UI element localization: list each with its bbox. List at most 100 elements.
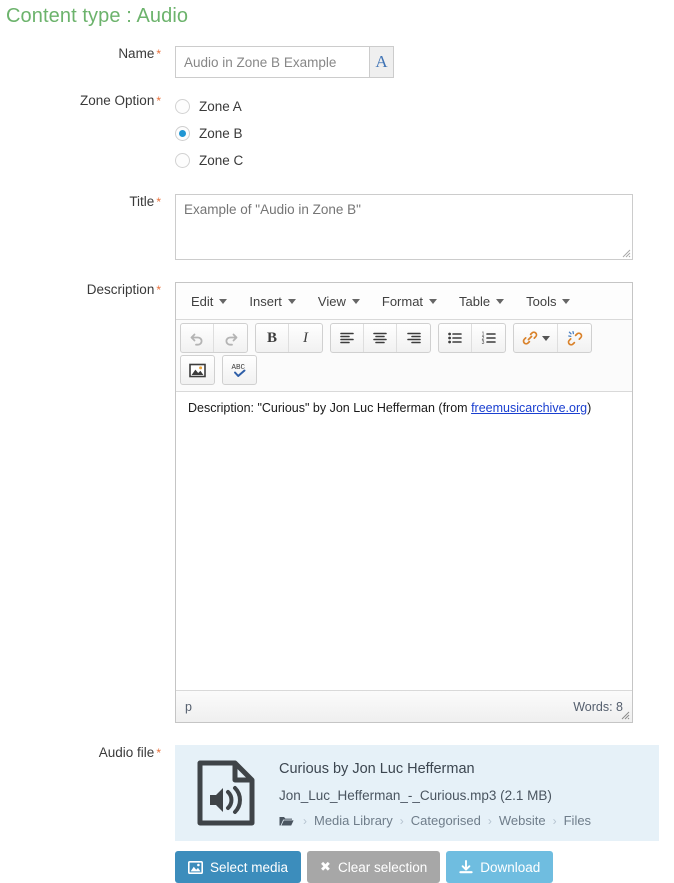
image-icon[interactable] xyxy=(181,356,214,384)
required-marker: * xyxy=(156,746,161,760)
editor-link[interactable]: freemusicarchive.org xyxy=(471,401,587,415)
media-breadcrumb: › Media Library › Categorised › Website … xyxy=(279,813,591,828)
zone-option-radio-group: Zone A Zone B Zone C xyxy=(175,93,674,174)
form-row-audio-file: Audio file * Curious by Jon Luc Hefferman… xyxy=(0,745,674,883)
radio-option-zone-c[interactable]: Zone C xyxy=(175,147,674,174)
clear-selection-button[interactable]: ✖ Clear selection xyxy=(307,851,441,883)
editor-status-bar: p Words: 8 xyxy=(176,690,632,722)
italic-glyph: I xyxy=(303,329,308,346)
image-icon xyxy=(188,860,203,874)
zone-option-label-text: Zone Option xyxy=(80,93,155,108)
italic-icon[interactable]: I xyxy=(289,324,322,352)
unlink-icon[interactable] xyxy=(558,324,591,352)
media-filename: Jon_Luc_Hefferman_-_Curious.mp3 (2.1 MB) xyxy=(279,788,552,803)
breadcrumb-item-media-library[interactable]: Media Library xyxy=(314,813,393,828)
align-right-icon[interactable] xyxy=(397,324,430,352)
media-metadata: Curious by Jon Luc Hefferman Jon_Luc_Hef… xyxy=(279,759,591,828)
title-textarea-wrap xyxy=(175,194,633,260)
chevron-down-icon xyxy=(219,298,228,304)
bold-icon[interactable]: B xyxy=(256,324,289,352)
menu-tools[interactable]: Tools xyxy=(517,290,579,313)
radio-icon[interactable] xyxy=(175,153,190,168)
svg-text:3: 3 xyxy=(481,340,484,345)
breadcrumb-item-files[interactable]: Files xyxy=(564,813,591,828)
description-label-text: Description xyxy=(86,282,155,297)
menu-format-label: Format xyxy=(381,293,424,309)
select-media-label: Select media xyxy=(210,859,289,875)
title-label-text: Title xyxy=(129,194,155,209)
editor-toolbar-row-2: ABC xyxy=(180,355,628,385)
chevron-down-icon xyxy=(496,298,505,304)
redo-icon[interactable] xyxy=(214,324,247,352)
chevron-down-icon xyxy=(429,298,438,304)
download-button[interactable]: Download xyxy=(446,851,554,883)
numbered-list-icon[interactable]: 123 xyxy=(472,324,505,352)
form-row-title: Title * xyxy=(0,194,674,260)
radio-icon-selected[interactable] xyxy=(175,126,190,141)
chevron-down-icon xyxy=(562,298,571,304)
media-action-buttons: Select media ✖ Clear selection Download xyxy=(175,851,674,883)
breadcrumb-separator: › xyxy=(303,813,307,828)
name-translate-button[interactable]: A xyxy=(369,46,394,78)
align-center-icon[interactable] xyxy=(364,324,397,352)
menu-format[interactable]: Format xyxy=(373,290,446,313)
spellcheck-button-group: ABC xyxy=(222,355,257,385)
menu-view-label: View xyxy=(317,293,346,309)
name-input-group: A xyxy=(175,46,394,78)
breadcrumb-separator: › xyxy=(487,813,492,828)
editor-element-path[interactable]: p xyxy=(185,700,192,714)
radio-label: Zone A xyxy=(199,99,242,114)
radio-icon[interactable] xyxy=(175,99,190,114)
download-label: Download xyxy=(480,859,541,875)
menu-edit[interactable]: Edit xyxy=(182,290,236,313)
alignment-button-group xyxy=(330,323,431,353)
description-control-area: Edit Insert View Format Table Tools B I … xyxy=(175,282,674,723)
title-textarea[interactable] xyxy=(175,194,633,260)
name-input[interactable] xyxy=(175,46,369,78)
undo-icon[interactable] xyxy=(181,324,214,352)
editor-menubar: Edit Insert View Format Table Tools xyxy=(176,283,632,320)
menu-insert-label: Insert xyxy=(249,293,282,309)
breadcrumb-separator: › xyxy=(552,813,557,828)
required-marker: * xyxy=(156,195,161,209)
menu-table[interactable]: Table xyxy=(450,290,513,313)
align-left-icon[interactable] xyxy=(331,324,364,352)
title-label: Title * xyxy=(0,194,175,210)
text-style-button-group: B I xyxy=(255,323,323,353)
history-button-group xyxy=(180,323,248,353)
download-icon xyxy=(459,860,473,874)
audio-file-label: Audio file * xyxy=(0,745,175,761)
editor-content-area[interactable]: Description: "Curious" by Jon Luc Heffer… xyxy=(176,392,632,690)
radio-option-zone-a[interactable]: Zone A xyxy=(175,93,674,120)
list-button-group: 123 xyxy=(438,323,506,353)
select-media-button[interactable]: Select media xyxy=(175,851,302,883)
spellcheck-icon[interactable]: ABC xyxy=(223,356,256,384)
menu-insert[interactable]: Insert xyxy=(240,290,305,313)
clear-selection-label: Clear selection xyxy=(337,859,428,875)
editor-toolbar: B I 1 2 3 ABC xyxy=(176,320,632,392)
link-icon[interactable] xyxy=(514,324,558,352)
menu-view[interactable]: View xyxy=(309,290,369,313)
bullet-list-icon[interactable] xyxy=(439,324,472,352)
chevron-down-icon xyxy=(351,298,360,304)
description-label: Description * xyxy=(0,282,175,298)
breadcrumb-item-categorised[interactable]: Categorised xyxy=(411,813,481,828)
editor-text-prefix: Description: "Curious" by Jon Luc Heffer… xyxy=(188,401,472,415)
form-row-description: Description * Edit Insert View Format Ta… xyxy=(0,282,674,723)
bold-glyph: B xyxy=(266,329,277,346)
radio-label: Zone B xyxy=(199,126,243,141)
folder-icon xyxy=(279,815,294,827)
link-button-group xyxy=(513,323,592,353)
radio-option-zone-b[interactable]: Zone B xyxy=(175,120,674,147)
form-row-zone-option: Zone Option * Zone A Zone B Zone C xyxy=(0,93,674,174)
required-marker: * xyxy=(156,94,161,108)
chevron-down-icon xyxy=(287,298,296,304)
required-marker: * xyxy=(156,47,161,61)
editor-text-suffix: ) xyxy=(587,401,592,415)
breadcrumb-separator: › xyxy=(399,813,404,828)
menu-edit-label: Edit xyxy=(191,293,214,309)
resize-grip-icon[interactable] xyxy=(620,710,630,720)
rich-text-editor: Edit Insert View Format Table Tools B I … xyxy=(175,282,633,723)
breadcrumb-item-website[interactable]: Website xyxy=(499,813,546,828)
radio-label: Zone C xyxy=(199,153,244,168)
